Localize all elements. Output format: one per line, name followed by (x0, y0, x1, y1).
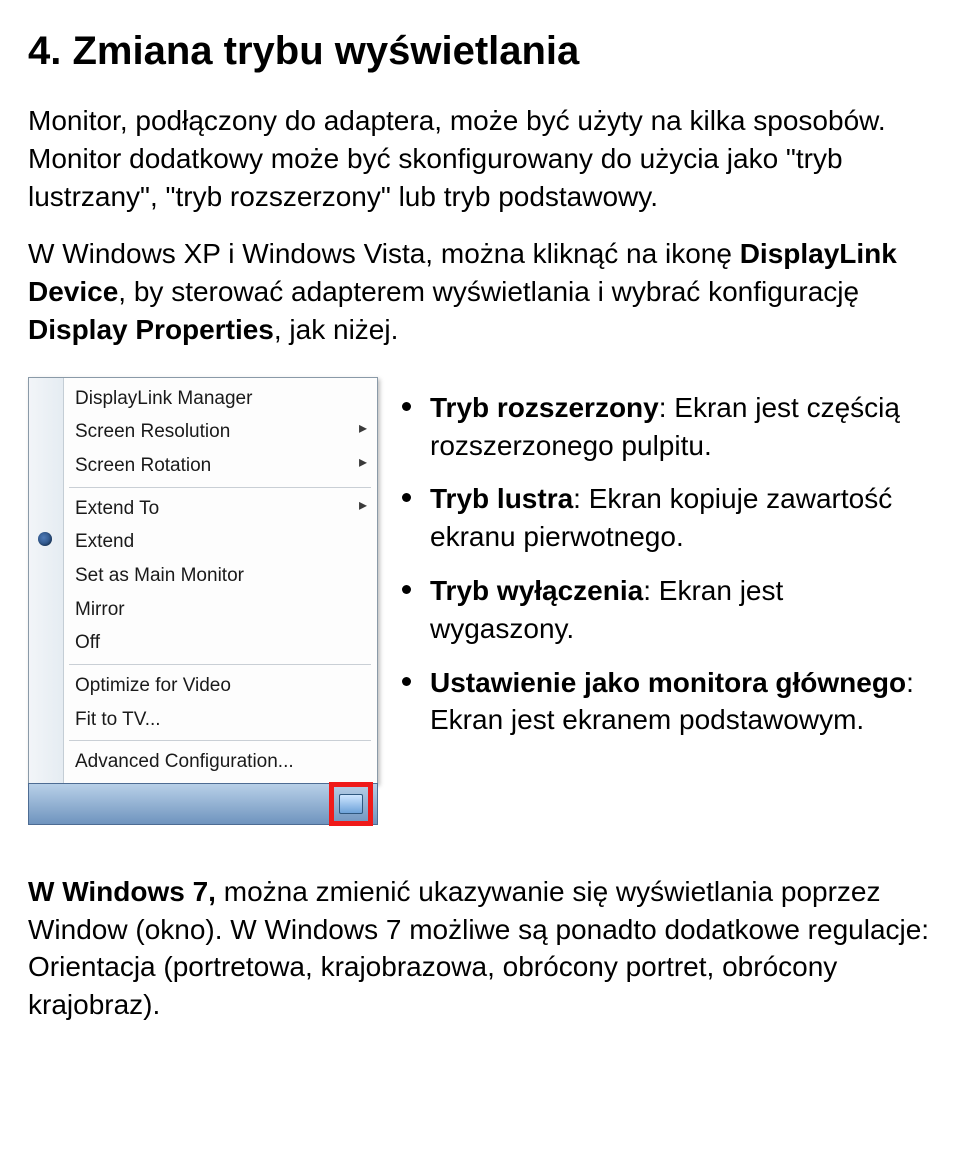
menu-item[interactable]: Mirror (29, 593, 377, 627)
menu-item-label: Fit to TV... (75, 709, 161, 730)
menu-item[interactable]: Extend To (29, 492, 377, 526)
context-menu-screenshot: DisplayLink Manager Screen Resolution Scre… (28, 377, 378, 825)
menu-item-label: Screen Rotation (75, 455, 211, 476)
menu-item[interactable]: Screen Rotation (29, 449, 377, 483)
menu-item-label: Set as Main Monitor (75, 565, 244, 586)
taskbar-fragment (28, 783, 378, 825)
menu-item-label: Screen Resolution (75, 421, 230, 442)
modes-list: Tryb rozszerzony: Ekran jest częścią roz… (396, 389, 932, 755)
menu-item-label: Optimize for Video (75, 675, 231, 696)
mode-item: Tryb rozszerzony: Ekran jest częścią roz… (396, 389, 932, 465)
menu-item[interactable]: Fit to TV... (29, 703, 377, 737)
p2-post: , jak niżej. (274, 314, 399, 345)
menu-item-label: Off (75, 632, 100, 653)
mode-item: Tryb wyłączenia: Ekran jest wygaszony. (396, 572, 932, 648)
red-highlight-box (329, 782, 373, 826)
menu-item-label: Mirror (75, 599, 125, 620)
menu-item-label: DisplayLink Manager (75, 388, 252, 409)
context-menu: DisplayLink Manager Screen Resolution Scre… (28, 377, 378, 784)
mode-title: Tryb rozszerzony (430, 392, 659, 423)
figure-row: DisplayLink Manager Screen Resolution Scre… (28, 377, 932, 825)
menu-separator (69, 487, 371, 488)
menu-separator (69, 664, 371, 665)
bottom-lead: W Windows 7, (28, 876, 224, 907)
mode-title: Ustawienie jako monitora głównego (430, 667, 906, 698)
menu-separator (69, 740, 371, 741)
mode-item: Tryb lustra: Ekran kopiuje zawartość ekr… (396, 480, 932, 556)
menu-item[interactable]: Off (29, 626, 377, 660)
intro-paragraph-1: Monitor, podłączony do adaptera, może by… (28, 102, 932, 215)
mode-item: Ustawienie jako monitora głównego: Ekran… (396, 664, 932, 740)
menu-item-label: Extend (75, 531, 134, 552)
menu-item-label: Advanced Configuration... (75, 751, 294, 772)
mode-title: Tryb wyłączenia (430, 575, 643, 606)
mode-title: Tryb lustra (430, 483, 573, 514)
intro-paragraph-2: W Windows XP i Windows Vista, można klik… (28, 235, 932, 348)
menu-item[interactable]: Advanced Configuration... (29, 745, 377, 779)
menu-item[interactable]: Set as Main Monitor (29, 559, 377, 593)
p2-bold2: Display Properties (28, 314, 274, 345)
bottom-paragraph: W Windows 7, można zmienić ukazywanie si… (28, 873, 932, 1024)
menu-item[interactable]: Optimize for Video (29, 669, 377, 703)
menu-item[interactable]: DisplayLink Manager (29, 382, 377, 416)
menu-item-label: Extend To (75, 498, 159, 519)
p2-pre: W Windows XP i Windows Vista, można klik… (28, 238, 740, 269)
menu-item[interactable]: Extend (29, 525, 377, 559)
p2-mid: , by sterować adapterem wyświetlania i w… (118, 276, 859, 307)
radio-marker-icon (38, 532, 52, 546)
menu-item[interactable]: Screen Resolution (29, 415, 377, 449)
section-heading: 4. Zmiana trybu wyświetlania (28, 24, 932, 78)
